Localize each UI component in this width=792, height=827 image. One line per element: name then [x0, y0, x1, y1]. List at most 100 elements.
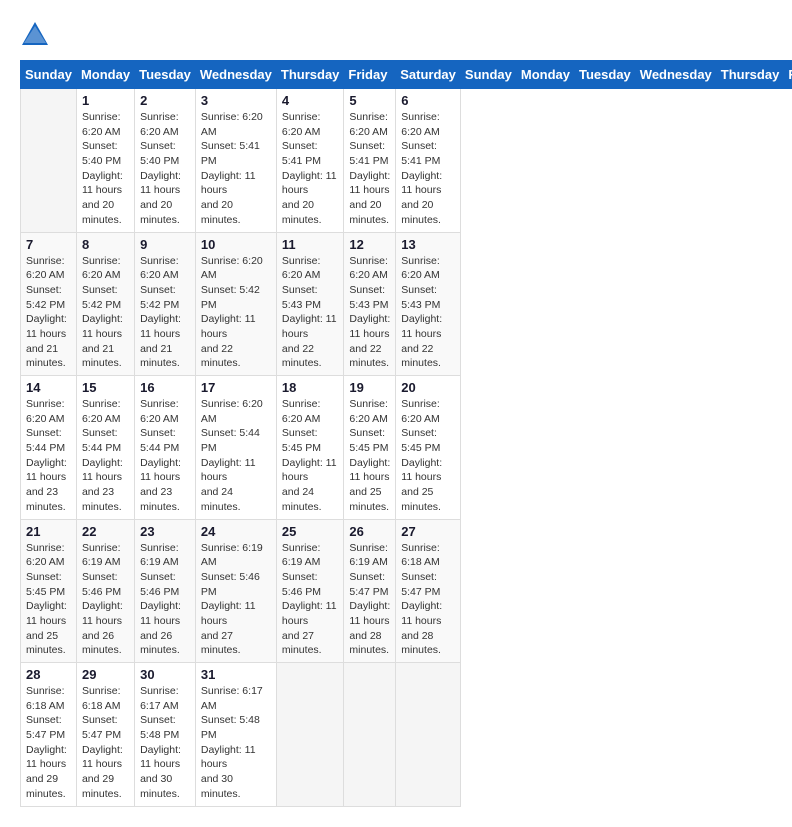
day-number: 11: [282, 237, 339, 252]
day-header-tuesday: Tuesday: [135, 61, 196, 89]
day-info: Sunrise: 6:17 AM Sunset: 5:48 PM Dayligh…: [201, 684, 271, 802]
day-info: Sunrise: 6:18 AM Sunset: 5:47 PM Dayligh…: [82, 684, 129, 802]
calendar-cell: [344, 663, 396, 807]
day-info: Sunrise: 6:20 AM Sunset: 5:41 PM Dayligh…: [349, 110, 390, 228]
calendar-cell: 4Sunrise: 6:20 AM Sunset: 5:41 PM Daylig…: [276, 89, 344, 233]
calendar-cell: 26Sunrise: 6:19 AM Sunset: 5:47 PM Dayli…: [344, 519, 396, 663]
day-number: 12: [349, 237, 390, 252]
day-header-sunday: Sunday: [460, 61, 516, 89]
calendar-cell: 2 Sunrise: 6:20 AM Sunset: 5:40 PM Daylig…: [135, 89, 196, 233]
calendar-cell: 31 Sunrise: 6:17 AM Sunset: 5:48 PM Dayli…: [195, 663, 276, 807]
day-header-sunday: Sunday: [21, 61, 77, 89]
day-header-tuesday: Tuesday: [575, 61, 636, 89]
calendar-cell: 16Sunrise: 6:20 AM Sunset: 5:44 PM Dayli…: [135, 376, 196, 520]
day-info: Sunrise: 6:20 AM Sunset: 5:41 PM Dayligh…: [401, 110, 455, 228]
day-number: 23: [140, 524, 190, 539]
calendar-cell: 30 Sunrise: 6:17 AM Sunset: 5:48 PM Dayli…: [135, 663, 196, 807]
day-number: 27: [401, 524, 455, 539]
day-info: Sunrise: 6:20 AM Sunset: 5:40 PM Dayligh…: [140, 110, 190, 228]
calendar-cell: 13 Sunrise: 6:20 AM Sunset: 5:43 PM Dayli…: [396, 232, 461, 376]
calendar-cell: 8Sunrise: 6:20 AM Sunset: 5:42 PM Daylig…: [76, 232, 134, 376]
calendar-cell: 11Sunrise: 6:20 AM Sunset: 5:43 PM Dayli…: [276, 232, 344, 376]
day-number: 10: [201, 237, 271, 252]
calendar-cell: 5 Sunrise: 6:20 AM Sunset: 5:41 PM Daylig…: [344, 89, 396, 233]
day-number: 21: [26, 524, 71, 539]
day-header-thursday: Thursday: [716, 61, 784, 89]
day-info: Sunrise: 6:19 AM Sunset: 5:46 PM Dayligh…: [82, 541, 129, 659]
calendar-cell: 27 Sunrise: 6:18 AM Sunset: 5:47 PM Dayli…: [396, 519, 461, 663]
day-number: 3: [201, 93, 271, 108]
calendar-cell: 17Sunrise: 6:20 AM Sunset: 5:44 PM Dayli…: [195, 376, 276, 520]
day-number: 29: [82, 667, 129, 682]
day-info: Sunrise: 6:17 AM Sunset: 5:48 PM Dayligh…: [140, 684, 190, 802]
day-number: 22: [82, 524, 129, 539]
week-row-3: 14Sunrise: 6:20 AM Sunset: 5:44 PM Dayli…: [21, 376, 792, 520]
day-info: Sunrise: 6:20 AM Sunset: 5:41 PM Dayligh…: [282, 110, 339, 228]
day-info: Sunrise: 6:20 AM Sunset: 5:42 PM Dayligh…: [201, 254, 271, 372]
day-header-friday: Friday: [344, 61, 396, 89]
day-number: 20: [401, 380, 455, 395]
calendar-cell: 21 Sunrise: 6:20 AM Sunset: 5:45 PM Dayli…: [21, 519, 77, 663]
day-info: Sunrise: 6:18 AM Sunset: 5:47 PM Dayligh…: [401, 541, 455, 659]
day-number: 8: [82, 237, 129, 252]
day-info: Sunrise: 6:20 AM Sunset: 5:45 PM Dayligh…: [349, 397, 390, 515]
day-info: Sunrise: 6:20 AM Sunset: 5:42 PM Dayligh…: [26, 254, 71, 372]
day-info: Sunrise: 6:20 AM Sunset: 5:43 PM Dayligh…: [401, 254, 455, 372]
day-number: 13: [401, 237, 455, 252]
day-number: 17: [201, 380, 271, 395]
day-info: Sunrise: 6:20 AM Sunset: 5:45 PM Dayligh…: [282, 397, 339, 515]
calendar-cell: 29 Sunrise: 6:18 AM Sunset: 5:47 PM Dayli…: [76, 663, 134, 807]
calendar-cell: 20 Sunrise: 6:20 AM Sunset: 5:45 PM Dayli…: [396, 376, 461, 520]
day-info: Sunrise: 6:20 AM Sunset: 5:42 PM Dayligh…: [140, 254, 190, 372]
day-info: Sunrise: 6:19 AM Sunset: 5:46 PM Dayligh…: [140, 541, 190, 659]
calendar-cell: 14Sunrise: 6:20 AM Sunset: 5:44 PM Dayli…: [21, 376, 77, 520]
calendar-cell: 15Sunrise: 6:20 AM Sunset: 5:44 PM Dayli…: [76, 376, 134, 520]
calendar-cell: 28Sunrise: 6:18 AM Sunset: 5:47 PM Dayli…: [21, 663, 77, 807]
day-header-monday: Monday: [516, 61, 574, 89]
day-number: 28: [26, 667, 71, 682]
day-info: Sunrise: 6:19 AM Sunset: 5:46 PM Dayligh…: [282, 541, 339, 659]
calendar-cell: 19 Sunrise: 6:20 AM Sunset: 5:45 PM Dayli…: [344, 376, 396, 520]
calendar-cell: 25 Sunrise: 6:19 AM Sunset: 5:46 PM Dayli…: [276, 519, 344, 663]
day-number: 5: [349, 93, 390, 108]
day-number: 18: [282, 380, 339, 395]
calendar-cell: 3 Sunrise: 6:20 AM Sunset: 5:41 PM Daylig…: [195, 89, 276, 233]
calendar-cell: 24 Sunrise: 6:19 AM Sunset: 5:46 PM Dayli…: [195, 519, 276, 663]
day-info: Sunrise: 6:20 AM Sunset: 5:40 PM Dayligh…: [82, 110, 129, 228]
day-header-monday: Monday: [76, 61, 134, 89]
page-header: [20, 20, 772, 50]
week-row-2: 7 Sunrise: 6:20 AM Sunset: 5:42 PM Daylig…: [21, 232, 792, 376]
day-info: Sunrise: 6:20 AM Sunset: 5:43 PM Dayligh…: [349, 254, 390, 372]
day-number: 25: [282, 524, 339, 539]
day-number: 26: [349, 524, 390, 539]
day-number: 30: [140, 667, 190, 682]
day-header-saturday: Saturday: [396, 61, 461, 89]
day-info: Sunrise: 6:20 AM Sunset: 5:45 PM Dayligh…: [26, 541, 71, 659]
week-row-1: 1Sunrise: 6:20 AM Sunset: 5:40 PM Daylig…: [21, 89, 792, 233]
calendar-cell: 9 Sunrise: 6:20 AM Sunset: 5:42 PM Daylig…: [135, 232, 196, 376]
day-number: 2: [140, 93, 190, 108]
day-header-wednesday: Wednesday: [635, 61, 716, 89]
day-info: Sunrise: 6:19 AM Sunset: 5:46 PM Dayligh…: [201, 541, 271, 659]
day-number: 6: [401, 93, 455, 108]
day-info: Sunrise: 6:20 AM Sunset: 5:41 PM Dayligh…: [201, 110, 271, 228]
logo-icon: [20, 20, 50, 50]
calendar-cell: [396, 663, 461, 807]
logo: [20, 20, 54, 50]
calendar-cell: 22 Sunrise: 6:19 AM Sunset: 5:46 PM Dayli…: [76, 519, 134, 663]
day-info: Sunrise: 6:20 AM Sunset: 5:45 PM Dayligh…: [401, 397, 455, 515]
week-row-4: 21 Sunrise: 6:20 AM Sunset: 5:45 PM Dayli…: [21, 519, 792, 663]
day-number: 19: [349, 380, 390, 395]
day-number: 31: [201, 667, 271, 682]
calendar-cell: 23 Sunrise: 6:19 AM Sunset: 5:46 PM Dayli…: [135, 519, 196, 663]
day-number: 7: [26, 237, 71, 252]
day-number: 9: [140, 237, 190, 252]
day-info: Sunrise: 6:20 AM Sunset: 5:44 PM Dayligh…: [140, 397, 190, 515]
calendar-cell: 18 Sunrise: 6:20 AM Sunset: 5:45 PM Dayli…: [276, 376, 344, 520]
day-header-wednesday: Wednesday: [195, 61, 276, 89]
day-number: 24: [201, 524, 271, 539]
day-info: Sunrise: 6:20 AM Sunset: 5:44 PM Dayligh…: [26, 397, 71, 515]
day-header-thursday: Thursday: [276, 61, 344, 89]
calendar-cell: 10 Sunrise: 6:20 AM Sunset: 5:42 PM Dayli…: [195, 232, 276, 376]
calendar-table: SundayMondayTuesdayWednesdayThursdayFrid…: [20, 60, 792, 807]
